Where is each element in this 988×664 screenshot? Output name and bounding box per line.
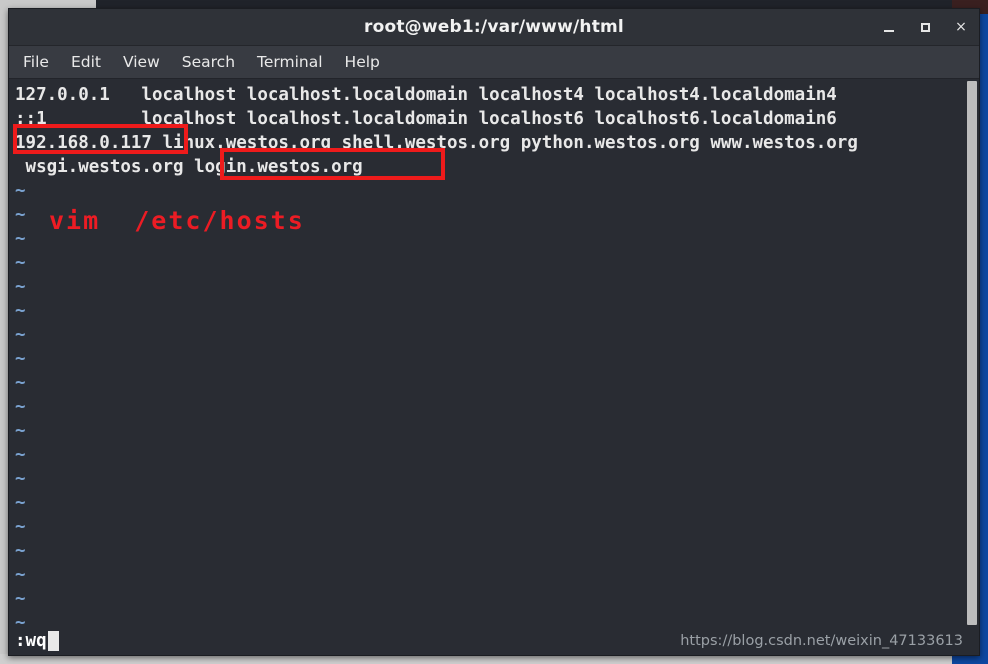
vim-empty-line: ~ bbox=[15, 421, 26, 441]
close-button[interactable]: × bbox=[953, 19, 969, 35]
menu-bar: File Edit View Search Terminal Help bbox=[9, 46, 979, 79]
vim-empty-line: ~ bbox=[15, 253, 26, 273]
maximize-button[interactable] bbox=[917, 19, 933, 35]
menu-item-search[interactable]: Search bbox=[182, 53, 235, 71]
menu-item-view[interactable]: View bbox=[123, 53, 160, 71]
vim-buffer[interactable]: 127.0.0.1 localhost localhost.localdomai… bbox=[9, 79, 965, 627]
hosts-line: ::1 localhost localhost.localdomain loca… bbox=[15, 109, 837, 129]
vim-empty-line: ~ bbox=[15, 301, 26, 321]
vim-empty-line: ~ bbox=[15, 565, 26, 585]
vim-empty-line: ~ bbox=[15, 277, 26, 297]
vim-empty-line: ~ bbox=[15, 325, 26, 345]
vim-command-text: :wq bbox=[15, 631, 47, 651]
terminal-window: root@web1:/var/www/html × File Edit View… bbox=[8, 8, 980, 656]
menu-item-edit[interactable]: Edit bbox=[71, 53, 101, 71]
window-titlebar[interactable]: root@web1:/var/www/html × bbox=[9, 9, 979, 46]
vim-status-bar: :wq https://blog.csdn.net/weixin_4713361… bbox=[9, 627, 979, 655]
vim-empty-line: ~ bbox=[15, 517, 26, 537]
terminal-scrollbar[interactable] bbox=[965, 79, 979, 627]
window-title: root@web1:/var/www/html bbox=[364, 17, 624, 37]
vim-empty-line: ~ bbox=[15, 493, 26, 513]
scrollbar-thumb[interactable] bbox=[967, 81, 977, 625]
menu-item-terminal[interactable]: Terminal bbox=[257, 53, 323, 71]
vim-empty-line: ~ bbox=[15, 373, 26, 393]
vim-empty-line: ~ bbox=[15, 469, 26, 489]
vim-empty-line: ~ bbox=[15, 613, 26, 627]
terminal-body[interactable]: 127.0.0.1 localhost localhost.localdomai… bbox=[9, 79, 979, 627]
vim-empty-line: ~ bbox=[15, 541, 26, 561]
vim-command-line[interactable]: :wq bbox=[15, 631, 59, 651]
hosts-line: wsgi.westos.org login.westos.org bbox=[15, 157, 363, 177]
minimize-icon bbox=[884, 29, 894, 32]
vim-empty-line: ~ bbox=[15, 445, 26, 465]
menu-item-help[interactable]: Help bbox=[345, 53, 380, 71]
watermark-text: https://blog.csdn.net/weixin_47133613 bbox=[680, 633, 963, 649]
annotation-command-note: vim /etc/hosts bbox=[49, 206, 305, 235]
vim-empty-line: ~ bbox=[15, 349, 26, 369]
menu-item-file[interactable]: File bbox=[23, 53, 49, 71]
hosts-line: 127.0.0.1 localhost localhost.localdomai… bbox=[15, 85, 837, 105]
vim-empty-line-list: ~~~~~~~~~~~~~~~~~~~~ bbox=[15, 179, 965, 627]
window-controls: × bbox=[881, 9, 969, 45]
hosts-line: 192.168.0.117 linux.westos.org shell.wes… bbox=[15, 133, 858, 153]
vim-empty-line: ~ bbox=[15, 181, 26, 201]
text-cursor bbox=[47, 631, 59, 651]
minimize-button[interactable] bbox=[881, 19, 897, 35]
vim-empty-line: ~ bbox=[15, 589, 26, 609]
maximize-icon bbox=[920, 22, 930, 32]
vim-empty-line: ~ bbox=[15, 397, 26, 417]
